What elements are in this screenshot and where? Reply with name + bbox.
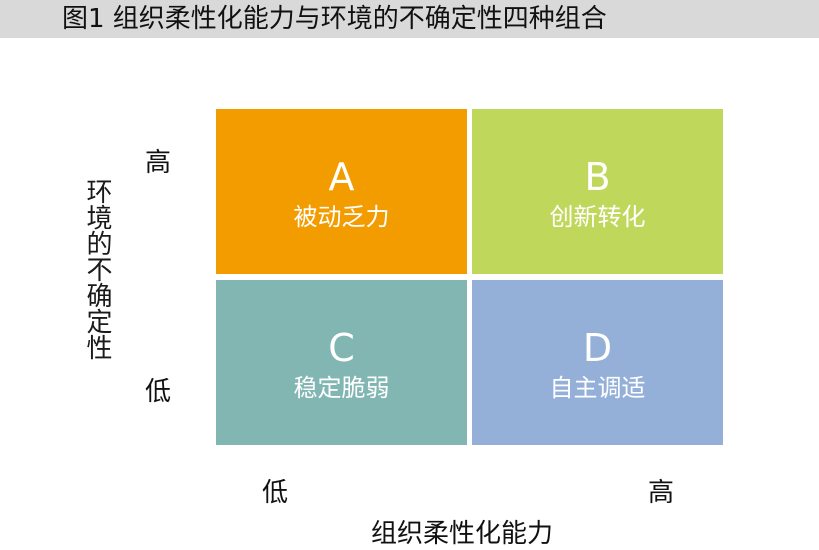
y-axis-high-label: 高 — [145, 148, 172, 178]
quadrant-d-name: 自主调适 — [549, 374, 646, 402]
quadrant-a-letter: A — [328, 155, 355, 199]
x-axis-title: 组织柔性化能力 — [371, 519, 554, 549]
y-axis-low-label: 低 — [145, 377, 172, 407]
quadrant-c-name: 稳定脆弱 — [293, 374, 390, 402]
quadrant-a-name: 被动乏力 — [293, 203, 390, 231]
quadrant-b-letter: B — [584, 155, 611, 199]
figure-title: 图1 组织柔性化能力与环境的不确定性四种组合 — [62, 4, 607, 34]
y-axis-title: 环境的不确定性 — [82, 178, 112, 360]
quadrant-c: C 稳定脆弱 — [216, 280, 467, 445]
x-axis-high-label: 高 — [648, 478, 675, 508]
quadrant-d: D 自主调适 — [472, 280, 723, 445]
quadrant-c-letter: C — [328, 326, 355, 370]
quadrant-b: B 创新转化 — [472, 109, 723, 274]
quadrant-a: A 被动乏力 — [216, 109, 467, 274]
quadrant-d-letter: D — [582, 326, 613, 370]
figure-title-bar: 图1 组织柔性化能力与环境的不确定性四种组合 — [0, 0, 819, 38]
quadrant-b-name: 创新转化 — [549, 203, 646, 231]
x-axis-low-label: 低 — [262, 478, 289, 508]
